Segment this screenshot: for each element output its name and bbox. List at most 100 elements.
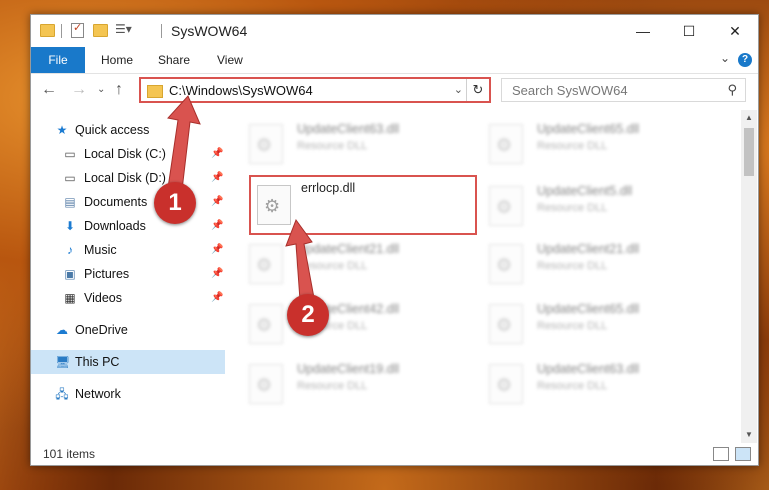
pin-icon[interactable]: 📌 [211, 166, 223, 190]
file-item-errlocp[interactable]: errlocp.dll [249, 175, 477, 235]
sidebar-item-label: Documents [84, 195, 148, 209]
dll-file-icon [249, 364, 283, 404]
dll-file-icon [257, 185, 291, 225]
cloud-icon: ☁ [56, 323, 68, 337]
file-type: Resource DLL [537, 202, 608, 214]
sidebar-item-local-disk-d[interactable]: ▭ Local Disk (D:) 📌 [31, 166, 225, 190]
dll-file-icon [489, 186, 523, 226]
scroll-up-icon[interactable]: ▲ [741, 110, 757, 126]
drive-icon: ▭ [64, 171, 76, 185]
properties-icon[interactable] [71, 21, 84, 38]
pin-icon[interactable]: 📌 [211, 238, 223, 262]
tab-view[interactable]: View [217, 47, 243, 73]
recent-locations-chevron-icon[interactable]: ⌄ [97, 84, 105, 95]
file-item[interactable]: UpdateClient21.dll Resource DLL [237, 238, 467, 288]
chevron-down-icon[interactable]: ⌄ [454, 83, 463, 96]
details-view-icon[interactable] [713, 447, 729, 461]
sidebar-item-label: Downloads [84, 219, 146, 233]
sidebar-item-network[interactable]: 🖧 Network [31, 382, 225, 406]
file-name: UpdateClient19.dll [297, 362, 400, 376]
status-bar: 101 items [31, 443, 758, 465]
minimize-button[interactable]: — [620, 15, 666, 47]
file-item[interactable]: UpdateClient63.dll Resource DLL [477, 358, 707, 408]
network-icon: 🖧 [55, 387, 69, 401]
pin-icon[interactable]: 📌 [211, 214, 223, 238]
file-item[interactable]: UpdateClient19.dll Resource DLL [237, 358, 467, 408]
star-icon: ★ [56, 123, 68, 137]
dll-file-icon [489, 244, 523, 284]
file-type: Resource DLL [297, 260, 368, 272]
pin-icon[interactable]: 📌 [211, 190, 223, 214]
vertical-scrollbar[interactable]: ▲ ▼ [741, 110, 757, 443]
file-name: UpdateClient65.dll [537, 122, 640, 136]
computer-icon: 🖥 [55, 355, 71, 369]
chevron-down-icon[interactable]: ⌄ [720, 51, 730, 65]
sidebar-item-music[interactable]: ♪ Music 📌 [31, 238, 225, 262]
back-arrow-icon[interactable]: ← [41, 81, 57, 99]
item-count: 101 items [43, 447, 96, 461]
address-bar[interactable]: C:\Windows\SysWOW64 ⌄ ↻ [139, 77, 491, 103]
sidebar-item-label: This PC [75, 355, 120, 369]
search-icon[interactable]: ⚲ [727, 82, 737, 98]
sidebar-item-label: Videos [84, 291, 122, 305]
window-title: SysWOW64 [171, 23, 248, 39]
new-folder-icon[interactable] [93, 24, 108, 37]
sidebar-item-label: Local Disk (D:) [84, 171, 166, 185]
tab-home[interactable]: Home [101, 47, 133, 73]
file-name: UpdateClient63.dll [537, 362, 640, 376]
file-item[interactable]: UpdateClient63.dll Resource DLL [237, 118, 467, 168]
up-arrow-icon[interactable]: ↑ [115, 81, 123, 99]
search-input[interactable]: Search SysWOW64 [512, 83, 628, 98]
file-item[interactable]: UpdateClient65.dll Resource DLL [477, 298, 707, 348]
folder-icon [147, 85, 163, 98]
file-item[interactable]: UpdateClient5.dll Resource DLL [477, 180, 707, 230]
file-type: Resource DLL [297, 380, 368, 392]
file-name: errlocp.dll [301, 181, 356, 195]
dll-file-icon [249, 304, 283, 344]
sidebar-item-downloads[interactable]: ⬇ Downloads 📌 [31, 214, 225, 238]
sidebar-item-videos[interactable]: ▦ Videos 📌 [31, 286, 225, 310]
file-item[interactable]: UpdateClient21.dll Resource DLL [477, 238, 707, 288]
file-type: Resource DLL [537, 380, 608, 392]
navigation-bar: ← → ⌄ ↑ C:\Windows\SysWOW64 ⌄ ↻ Search S… [31, 74, 758, 108]
file-item[interactable]: UpdateClient42.dll Resource DLL [237, 298, 467, 348]
sidebar-item-pictures[interactable]: ▣ Pictures 📌 [31, 262, 225, 286]
music-note-icon: ♪ [67, 243, 73, 257]
explorer-window: ☰▾ SysWOW64 — ☐ ✕ File Home Share View ⌄… [30, 14, 759, 466]
scrollbar-thumb[interactable] [744, 128, 754, 176]
forward-arrow-icon[interactable]: → [71, 81, 87, 99]
tab-share[interactable]: Share [158, 47, 190, 73]
large-icons-view-icon[interactable] [735, 447, 751, 461]
toolbar-divider [61, 24, 62, 38]
sidebar-item-quick-access[interactable]: ★ Quick access [31, 118, 225, 142]
sidebar-item-local-disk-c[interactable]: ▭ Local Disk (C:) 📌 [31, 142, 225, 166]
folder-icon [40, 24, 55, 37]
pin-icon[interactable]: 📌 [211, 286, 223, 310]
file-name: UpdateClient5.dll [537, 184, 633, 198]
step-1-badge: 1 [154, 182, 196, 224]
refresh-icon[interactable]: ↻ [466, 79, 489, 101]
help-icon[interactable]: ? [738, 53, 752, 67]
dll-file-icon [489, 304, 523, 344]
scroll-down-icon[interactable]: ▼ [741, 427, 757, 443]
customize-toolbar-icon[interactable]: ☰▾ [115, 22, 132, 36]
tab-file[interactable]: File [31, 47, 85, 73]
pin-icon[interactable]: 📌 [211, 142, 223, 166]
drive-icon: ▭ [64, 147, 76, 161]
address-path[interactable]: C:\Windows\SysWOW64 [169, 83, 313, 98]
file-item[interactable]: UpdateClient65.dll Resource DLL [477, 118, 707, 168]
sidebar-item-label: Music [84, 243, 117, 257]
sidebar-item-label: Pictures [84, 267, 130, 281]
file-name: UpdateClient21.dll [297, 242, 400, 256]
sidebar-item-onedrive[interactable]: ☁ OneDrive [31, 318, 225, 342]
file-type: Resource DLL [537, 320, 608, 332]
dll-file-icon [249, 124, 283, 164]
pin-icon[interactable]: 📌 [211, 262, 223, 286]
dll-file-icon [489, 124, 523, 164]
sidebar-item-this-pc[interactable]: 🖥 This PC [31, 350, 225, 374]
search-box[interactable]: Search SysWOW64 ⚲ [501, 78, 746, 102]
toolbar-divider [161, 24, 162, 38]
sidebar-item-label: Quick access [75, 123, 150, 137]
close-button[interactable]: ✕ [712, 15, 758, 47]
maximize-button[interactable]: ☐ [666, 15, 712, 47]
